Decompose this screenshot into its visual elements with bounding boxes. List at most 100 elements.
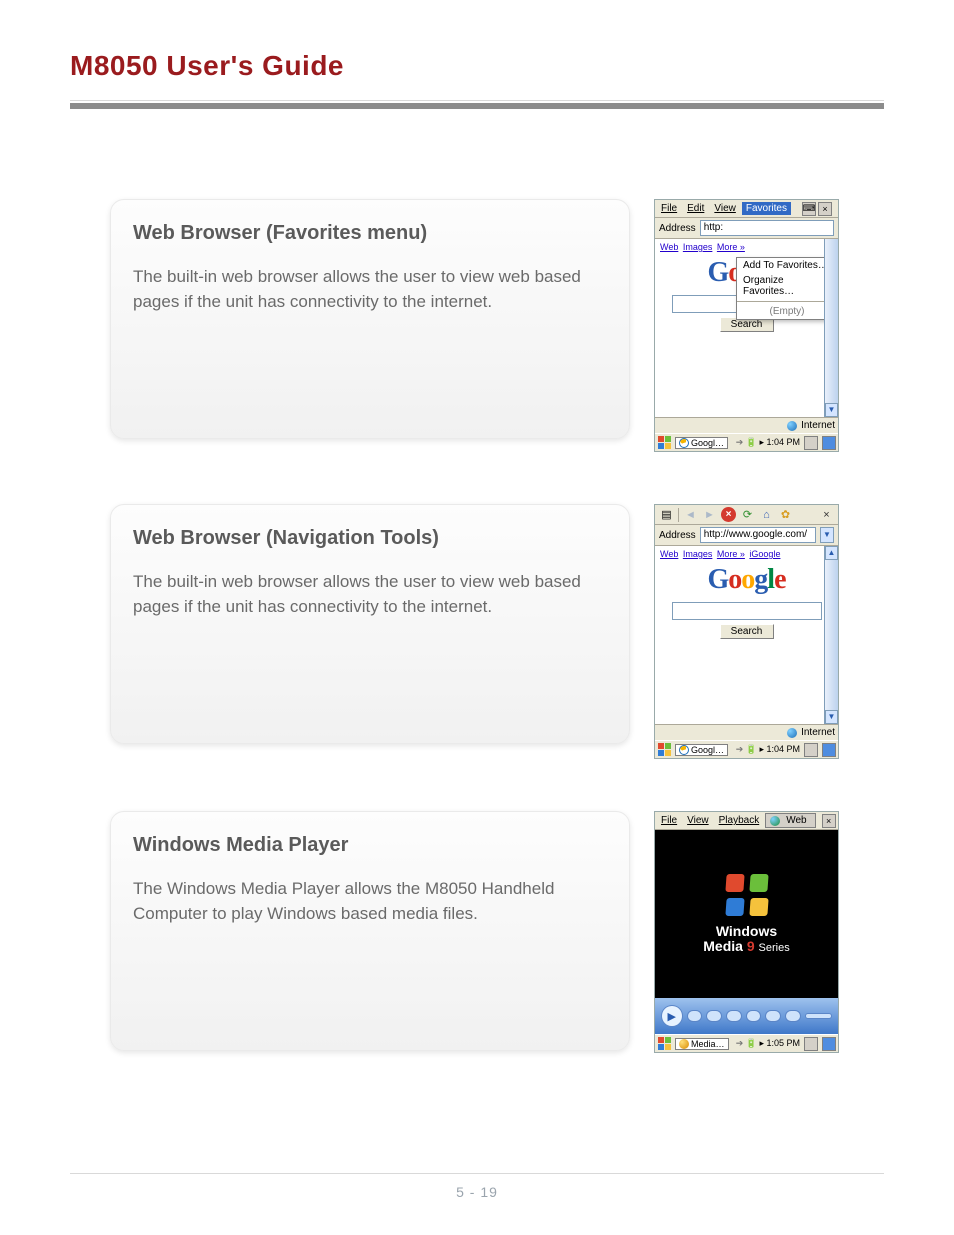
section-web-nav: Web Browser (Navigation Tools) The built… xyxy=(110,504,884,759)
globe-icon xyxy=(787,421,797,431)
mute-button[interactable] xyxy=(785,1010,801,1022)
link-web[interactable]: Web xyxy=(660,242,678,252)
search-button[interactable]: Search xyxy=(720,624,774,639)
player-body: Windows Media 9 Series xyxy=(655,830,838,998)
tray-sip-icon[interactable] xyxy=(804,1037,818,1051)
menu-file[interactable]: File xyxy=(657,814,681,827)
fav-add[interactable]: Add To Favorites… xyxy=(737,258,837,273)
hide-toolbar-icon[interactable]: ▤ xyxy=(659,507,674,522)
start-button[interactable] xyxy=(657,1037,673,1051)
footer: 5 - 19 xyxy=(70,1173,884,1200)
volume-slider[interactable] xyxy=(805,1013,832,1019)
address-input[interactable]: http://www.google.com/ xyxy=(700,527,816,543)
toolbar: ▤ ◄ ► × ⟳ ⌂ ✿ × xyxy=(655,505,838,525)
content: Web Browser (Favorites menu) The built-i… xyxy=(110,199,884,1053)
screenshot-browser-nav: ▤ ◄ ► × ⟳ ⌂ ✿ × Address http://www.googl… xyxy=(654,504,839,759)
link-images[interactable]: Images xyxy=(683,549,713,559)
close-icon[interactable]: × xyxy=(819,507,834,522)
card-web-nav: Web Browser (Navigation Tools) The built… xyxy=(110,504,630,744)
web-button[interactable]: Web xyxy=(765,813,815,828)
close-icon[interactable]: × xyxy=(822,814,836,828)
page: M8050 User's Guide Web Browser (Favorite… xyxy=(0,0,954,1230)
task-wmp[interactable]: Media… xyxy=(675,1038,729,1050)
fav-empty: (Empty) xyxy=(737,304,837,319)
forward-icon[interactable]: ► xyxy=(702,507,717,522)
tray-desktop-icon[interactable] xyxy=(822,743,836,757)
heading: Windows Media Player xyxy=(133,834,607,857)
player-controls: ▶ xyxy=(655,998,838,1034)
page-title: M8050 User's Guide xyxy=(70,50,884,82)
scroll-up-icon[interactable]: ▲ xyxy=(825,546,838,560)
google-top-links: Web Images More » iGoogle xyxy=(655,546,838,562)
title-rule xyxy=(70,100,884,109)
stop-button[interactable] xyxy=(687,1010,703,1022)
menu-playback[interactable]: Playback xyxy=(715,814,764,827)
menu-view[interactable]: View xyxy=(683,814,713,827)
address-input[interactable]: http: xyxy=(700,220,834,236)
scrollbar[interactable]: ▼ xyxy=(824,239,838,417)
heading: Web Browser (Favorites menu) xyxy=(133,222,607,245)
next-button[interactable] xyxy=(765,1010,781,1022)
menu-separator xyxy=(737,301,837,302)
body-text: The built-in web browser allows the user… xyxy=(133,570,607,619)
status-bar: Internet xyxy=(655,724,838,740)
tray-time: ➔ 🔋 ▸ 1:04 PM xyxy=(736,744,800,755)
refresh-icon[interactable]: ⟳ xyxy=(740,507,755,522)
tray-time: ➔ 🔋 ▸ 1:04 PM xyxy=(736,437,800,448)
menu-view[interactable]: View xyxy=(710,202,740,215)
rewind-button[interactable] xyxy=(726,1010,742,1022)
link-images[interactable]: Images xyxy=(683,242,713,252)
fav-organize[interactable]: Organize Favorites… xyxy=(737,273,837,299)
scroll-down-icon[interactable]: ▼ xyxy=(825,710,838,724)
start-button[interactable] xyxy=(657,743,673,757)
page-body: Add To Favorites… Organize Favorites… (E… xyxy=(655,239,838,417)
menu-favorites[interactable]: Favorites xyxy=(742,202,791,215)
heading: Web Browser (Navigation Tools) xyxy=(133,527,607,550)
wmp-brand: Windows Media 9 Series xyxy=(703,924,789,954)
body-text: The Windows Media Player allows the M805… xyxy=(133,877,607,926)
play-button[interactable]: ▶ xyxy=(661,1005,683,1027)
menu-edit[interactable]: Edit xyxy=(683,202,708,215)
link-more[interactable]: More » xyxy=(717,549,745,559)
address-dropdown-icon[interactable]: ▼ xyxy=(820,527,834,543)
stop-icon[interactable]: × xyxy=(721,507,736,522)
link-more[interactable]: More » xyxy=(717,242,745,252)
link-igoogle[interactable]: iGoogle xyxy=(749,549,780,559)
taskbar: Googl… ➔ 🔋 ▸ 1:04 PM xyxy=(655,740,838,758)
favorites-icon[interactable]: ✿ xyxy=(778,507,793,522)
close-icon[interactable]: × xyxy=(818,202,832,216)
status-bar: Internet xyxy=(655,417,838,433)
address-bar: Address http://www.google.com/ ▼ xyxy=(655,525,838,546)
search-input[interactable] xyxy=(672,602,822,620)
ffwd-button[interactable] xyxy=(746,1010,762,1022)
card-wmp: Windows Media Player The Windows Media P… xyxy=(110,811,630,1051)
section-web-favorites: Web Browser (Favorites menu) The built-i… xyxy=(110,199,884,452)
back-icon[interactable]: ◄ xyxy=(683,507,698,522)
task-ie[interactable]: Googl… xyxy=(675,744,728,756)
tray-desktop-icon[interactable] xyxy=(822,1037,836,1051)
taskbar: Media… ➔ 🔋 ▸ 1:05 PM xyxy=(655,1034,838,1052)
tray-sip-icon[interactable] xyxy=(804,743,818,757)
taskbar: Googl… ➔ 🔋 ▸ 1:04 PM xyxy=(655,433,838,451)
scrollbar[interactable]: ▲ ▼ xyxy=(824,546,838,724)
toolbar-separator xyxy=(678,508,679,522)
screenshot-wmp: File View Playback Web × Windows Media 9 xyxy=(654,811,839,1053)
ie-icon xyxy=(679,438,689,448)
link-web[interactable]: Web xyxy=(660,549,678,559)
tray-time: ➔ 🔋 ▸ 1:05 PM xyxy=(736,1038,800,1049)
sip-icon[interactable]: ⌨ xyxy=(802,202,816,216)
home-icon[interactable]: ⌂ xyxy=(759,507,774,522)
globe-icon xyxy=(787,728,797,738)
address-label: Address xyxy=(659,530,696,541)
task-ie[interactable]: Googl… xyxy=(675,437,728,449)
start-button[interactable] xyxy=(657,436,673,450)
screenshot-browser-favorites: File Edit View Favorites ⌨ × Address htt… xyxy=(654,199,839,452)
scroll-down-icon[interactable]: ▼ xyxy=(825,403,838,417)
tray-sip-icon[interactable] xyxy=(804,436,818,450)
tray-desktop-icon[interactable] xyxy=(822,436,836,450)
body-text: The built-in web browser allows the user… xyxy=(133,265,607,314)
page-number: 5 - 19 xyxy=(70,1184,884,1200)
card-web-favorites: Web Browser (Favorites menu) The built-i… xyxy=(110,199,630,439)
prev-button[interactable] xyxy=(706,1010,722,1022)
menu-file[interactable]: File xyxy=(657,202,681,215)
